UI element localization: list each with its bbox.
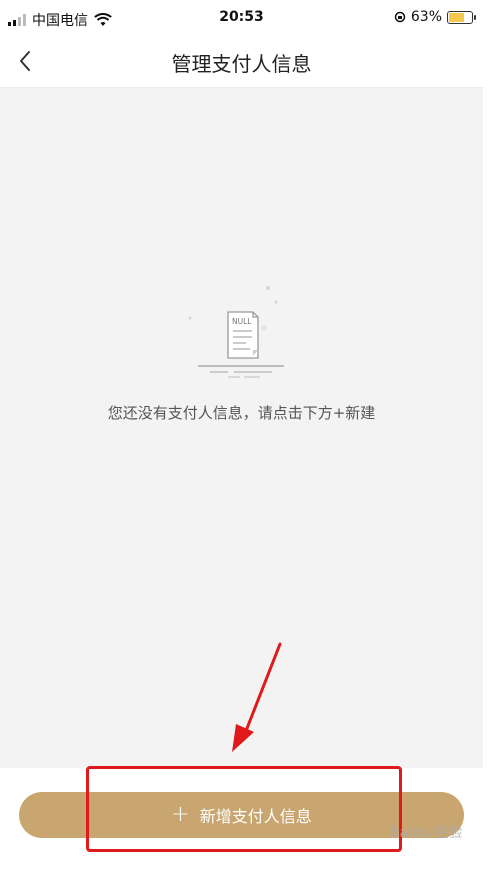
empty-message: 您还没有支付人信息，请点击下方+新建 [107, 404, 376, 422]
rotation-lock-icon [394, 11, 406, 23]
annotation-highlight-box [86, 766, 402, 852]
battery-level [449, 12, 465, 22]
status-right: 63% [394, 9, 476, 25]
empty-null-icon: NULL [188, 286, 284, 378]
page-margin [483, 0, 503, 873]
null-label: NULL [232, 317, 252, 326]
nav-bar: 管理支付人信息 [0, 36, 483, 88]
page-title: 管理支付人信息 [171, 52, 312, 76]
annotation-arrow-icon [232, 642, 282, 752]
battery-icon [447, 10, 476, 24]
baidu-watermark: Baidu 经验 [390, 825, 463, 841]
battery-percent: 63% [410, 9, 442, 25]
status-bar: 中国电信 20:53 63% [0, 0, 483, 36]
